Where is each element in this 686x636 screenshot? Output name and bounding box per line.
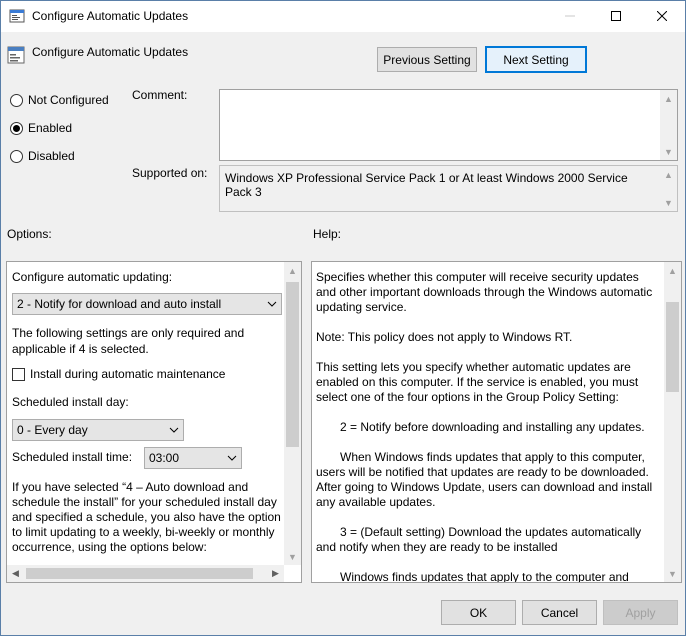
dropdown-value: 2 - Notify for download and auto install (17, 297, 222, 311)
window-title: Configure Automatic Updates (32, 9, 189, 23)
radio-enabled[interactable]: Enabled (10, 121, 72, 135)
scroll-up-icon[interactable]: ▲ (284, 262, 301, 279)
policy-app-icon (9, 9, 25, 23)
chevron-down-icon (169, 427, 179, 433)
policy-title: Configure Automatic Updates (32, 45, 189, 59)
ok-button[interactable]: OK (441, 600, 516, 625)
help-paragraph: 2 = Notify before downloading and instal… (340, 420, 645, 434)
dropdown-value: 0 - Every day (17, 423, 88, 437)
minimize-button[interactable] (547, 1, 593, 31)
scroll-up-icon[interactable]: ▲ (664, 262, 681, 279)
comment-label: Comment: (132, 88, 188, 102)
maximize-button[interactable] (593, 1, 639, 31)
install-time-dropdown[interactable]: 03:00 (144, 447, 242, 469)
scroll-thumb[interactable] (286, 282, 299, 447)
radio-label: Not Configured (28, 93, 109, 107)
supported-on-label: Supported on: (132, 166, 208, 180)
scroll-down-icon[interactable]: ▼ (664, 565, 681, 582)
radio-label: Enabled (28, 121, 73, 135)
apply-button[interactable]: Apply (603, 600, 678, 625)
help-panel: Specifies whether this computer will rec… (311, 261, 682, 583)
settings-note: The following settings are only required… (12, 326, 245, 356)
policy-setting-icon (7, 46, 25, 64)
radio-circle[interactable] (10, 93, 23, 107)
install-day-label: Scheduled install day: (12, 395, 129, 409)
help-paragraph: This setting lets you specify whether au… (316, 360, 639, 404)
scroll-left-icon[interactable]: ◀ (7, 565, 24, 582)
scroll-right-icon[interactable]: ▶ (267, 565, 284, 582)
configure-updating-dropdown[interactable]: 2 - Notify for download and auto install (12, 293, 282, 315)
radio-disabled[interactable]: Disabled (10, 149, 75, 163)
dialog-window: Configure Automatic Updates Configure Au… (0, 0, 686, 636)
radio-label: Disabled (28, 149, 75, 163)
supported-scrollbar[interactable]: ▲ ▼ (660, 166, 677, 211)
scroll-down-icon[interactable]: ▼ (284, 548, 301, 565)
help-section-label: Help: (313, 227, 342, 241)
radio-circle[interactable] (10, 121, 23, 135)
close-icon (657, 11, 667, 21)
maximize-icon (611, 11, 621, 21)
install-time-label: Scheduled install time: (12, 450, 133, 464)
comment-scrollbar[interactable]: ▲ ▼ (660, 90, 677, 160)
options-horizontal-scrollbar[interactable]: ◀ ▶ (7, 565, 284, 582)
help-vertical-scrollbar[interactable]: ▲ ▼ (664, 262, 681, 582)
maintenance-checkbox-label: Install during automatic maintenance (30, 367, 226, 381)
maintenance-checkbox[interactable] (12, 367, 25, 381)
options-section-label: Options: (7, 227, 52, 241)
radio-circle[interactable] (10, 149, 23, 163)
chevron-down-icon (267, 301, 277, 307)
close-button[interactable] (639, 1, 685, 31)
help-paragraph: When Windows finds updates that apply to… (316, 450, 653, 509)
maintenance-checkbox-row[interactable]: Install during automatic maintenance (12, 367, 225, 381)
help-paragraph: Specifies whether this computer will rec… (316, 270, 653, 314)
options-vertical-scrollbar[interactable]: ▲ ▼ (284, 262, 301, 565)
cancel-button[interactable]: Cancel (522, 600, 597, 625)
title-bar[interactable]: Configure Automatic Updates (1, 1, 685, 32)
scroll-up-icon[interactable]: ▲ (660, 166, 677, 183)
dropdown-value: 03:00 (149, 451, 180, 465)
scroll-thumb[interactable] (26, 568, 253, 579)
scroll-thumb[interactable] (666, 302, 679, 392)
configure-updating-label: Configure automatic updating: (12, 270, 173, 284)
comment-field[interactable]: ▲ ▼ (219, 89, 678, 161)
supported-on-value: Windows XP Professional Service Pack 1 o… (225, 171, 628, 199)
chevron-down-icon (227, 455, 237, 461)
scroll-down-icon[interactable]: ▼ (660, 194, 677, 211)
supported-on-field[interactable]: Windows XP Professional Service Pack 1 o… (219, 165, 678, 212)
schedule-description: If you have selected “4 – Auto download … (12, 480, 281, 554)
options-panel: Configure automatic updating: 2 - Notify… (6, 261, 302, 583)
help-paragraph: Note: This policy does not apply to Wind… (316, 330, 573, 344)
help-paragraph: 3 = (Default setting) Download the updat… (316, 525, 642, 554)
scroll-up-icon[interactable]: ▲ (660, 90, 677, 107)
install-day-dropdown[interactable]: 0 - Every day (12, 419, 184, 441)
scroll-down-icon[interactable]: ▼ (660, 143, 677, 160)
next-setting-button[interactable]: Next Setting (485, 46, 587, 73)
help-paragraph: Windows finds updates that apply to the … (340, 570, 629, 583)
minimize-icon (565, 15, 575, 17)
radio-not-configured[interactable]: Not Configured (10, 93, 109, 107)
previous-setting-button[interactable]: Previous Setting (377, 47, 477, 72)
